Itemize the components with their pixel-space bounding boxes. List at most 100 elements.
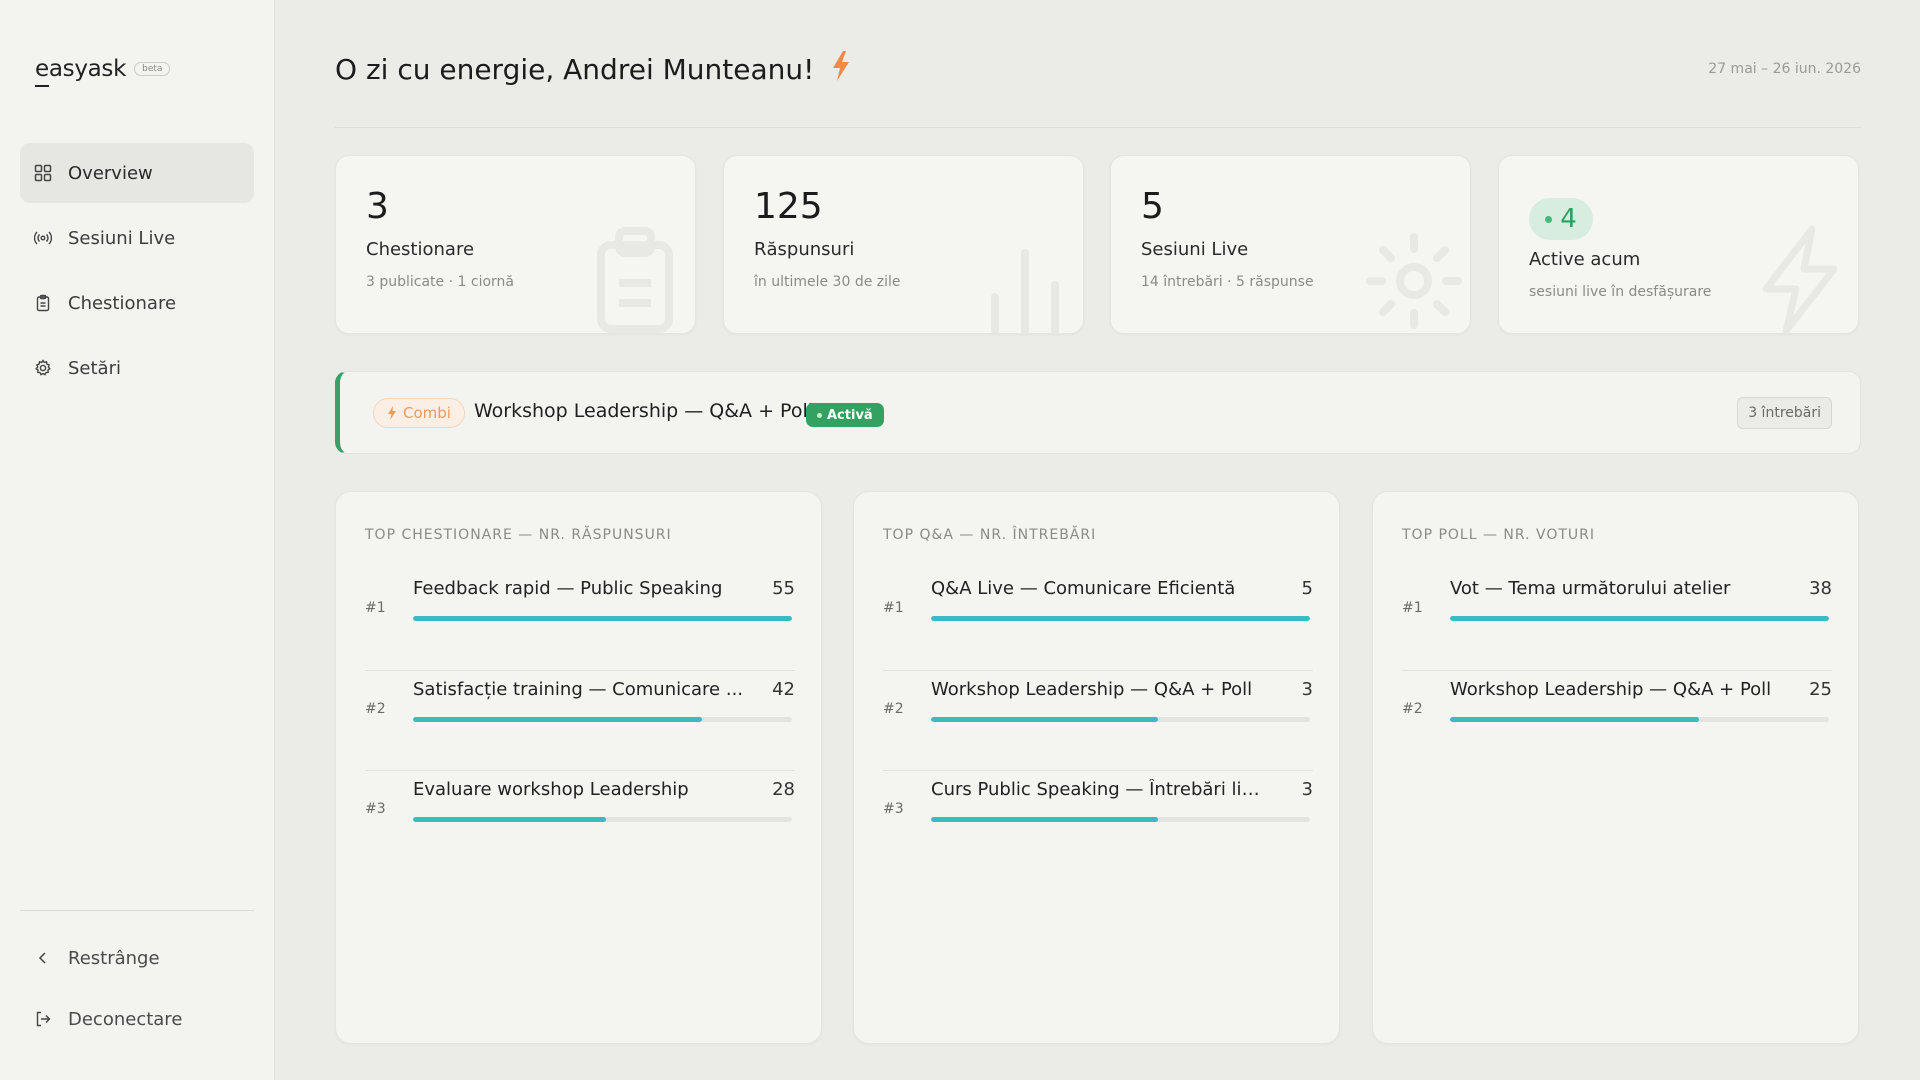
- rank-number: #1: [365, 600, 386, 616]
- list-item[interactable]: #2 Workshop Leadership — Q&A + Poll 25: [1402, 670, 1832, 770]
- stat-value: 125: [754, 186, 823, 227]
- stat-label: Sesiuni Live: [1141, 239, 1249, 260]
- list-item[interactable]: #1 Feedback rapid — Public Speaking 55: [365, 570, 795, 670]
- bar-chart-icon: [975, 223, 1075, 333]
- list-item[interactable]: #1 Vot — Tema următorului atelier 38: [1402, 570, 1832, 670]
- progress-fill: [1450, 616, 1829, 621]
- stat-label: Chestionare: [366, 239, 475, 260]
- progress-fill: [413, 616, 792, 621]
- list-item[interactable]: #2 Satisfacție training — Comunicare ... 4…: [365, 670, 795, 770]
- rank-number: #2: [883, 701, 904, 717]
- clipboard-icon: [587, 223, 687, 333]
- active-count-badge: 4: [1529, 198, 1593, 240]
- progress-bar: [931, 717, 1310, 722]
- collapse-label: Restrânge: [68, 947, 160, 969]
- logo[interactable]: easyask beta: [35, 56, 171, 87]
- item-label: Satisfacție training — Comunicare ...: [413, 679, 743, 700]
- item-label: Curs Public Speaking — Întrebări live: [931, 779, 1261, 800]
- progress-fill: [1450, 717, 1700, 722]
- panel-title: TOP Q&A — NR. ÎNTREBĂRI: [883, 527, 1097, 543]
- sidebar-nav: Overview Sesiuni Live Chestionare Setări: [20, 143, 254, 403]
- progress-bar: [1450, 616, 1829, 621]
- progress-fill: [931, 717, 1159, 722]
- collapse-button[interactable]: Restrânge: [20, 930, 254, 986]
- stat-sub: 3 publicate · 1 ciornă: [366, 274, 514, 290]
- panel-top-poll: TOP POLL — NR. VOTURI #1 Vot — Tema următ…: [1372, 491, 1859, 1044]
- stat-card-chestionare[interactable]: 3 Chestionare 3 publicate · 1 ciornă: [335, 155, 696, 334]
- rank-list: #1 Feedback rapid — Public Speaking 55 #2 Sa…: [365, 570, 795, 870]
- rank-list: #1 Vot — Tema următorului atelier 38 #2 Work…: [1402, 570, 1832, 770]
- progress-bar: [413, 717, 792, 722]
- lightning-icon: [388, 406, 396, 420]
- rank-number: #3: [365, 801, 386, 817]
- sidebar-item-sesiuni-live[interactable]: Sesiuni Live: [20, 208, 254, 268]
- logout-label: Deconectare: [68, 1008, 183, 1030]
- live-dot: [1545, 215, 1553, 223]
- item-value: 28: [772, 779, 795, 800]
- session-title: Workshop Leadership — Q&A + Poll: [474, 400, 814, 422]
- progress-fill: [931, 817, 1159, 822]
- sidebar-item-chestionare[interactable]: Chestionare: [20, 273, 254, 333]
- item-value: 38: [1809, 578, 1832, 599]
- sidebar-item-setari[interactable]: Setări: [20, 338, 254, 398]
- progress-bar: [413, 616, 792, 621]
- item-value: 25: [1809, 679, 1832, 700]
- item-value: 55: [772, 578, 795, 599]
- stat-card-raspunsuri[interactable]: 125 Răspunsuri în ultimele 30 de zile: [723, 155, 1084, 334]
- list-item[interactable]: #2 Workshop Leadership — Q&A + Poll 3: [883, 670, 1313, 770]
- progress-bar: [1450, 717, 1829, 722]
- active-session-banner[interactable]: Combi Workshop Leadership — Q&A + Poll A…: [335, 371, 1861, 454]
- stat-sub: sesiuni live în desfășurare: [1529, 284, 1712, 300]
- broadcast-icon: [34, 229, 52, 247]
- panel-title: TOP CHESTIONARE — NR. RĂSPUNSURI: [365, 527, 672, 543]
- header-divider: [335, 127, 1861, 128]
- sidebar-bottom: Restrânge Deconectare: [20, 930, 254, 1052]
- date-range[interactable]: 27 mai – 26 iun. 2026: [1708, 61, 1861, 77]
- greeting-text: O zi cu energie, Andrei Munteanu!: [335, 53, 815, 86]
- rank-list: #1 Q&A Live — Comunicare Eficientă 5 #2 Work…: [883, 570, 1313, 870]
- clipboard-icon: [34, 294, 52, 312]
- progress-bar: [931, 616, 1310, 621]
- beta-badge: beta: [134, 62, 171, 76]
- rank-number: #2: [1402, 701, 1423, 717]
- rank-number: #1: [1402, 600, 1423, 616]
- page-title: O zi cu energie, Andrei Munteanu!: [335, 50, 852, 89]
- lightning-icon: [1750, 223, 1850, 333]
- sidebar-item-label: Sesiuni Live: [68, 227, 176, 249]
- panel-title: TOP POLL — NR. VOTURI: [1402, 527, 1596, 543]
- stat-value: 5: [1141, 186, 1164, 227]
- progress-bar: [413, 817, 792, 822]
- sidebar-item-label: Setări: [68, 357, 121, 379]
- chevron-left-icon: [34, 949, 52, 967]
- status-dot: [817, 412, 822, 418]
- sidebar: easyask beta Overview Sesiuni Live Chest…: [0, 0, 275, 1080]
- questions-count-tag: 3 întrebări: [1737, 397, 1832, 429]
- stat-card-sesiuni-live[interactable]: 5 Sesiuni Live 14 întrebări · 5 răspunse: [1110, 155, 1471, 334]
- stat-card-active-acum[interactable]: 4 Active acum sesiuni live în desfășurar…: [1498, 155, 1859, 334]
- logo-text: easyask: [35, 56, 127, 87]
- list-item[interactable]: #3 Evaluare workshop Leadership 28: [365, 770, 795, 870]
- list-item[interactable]: #1 Q&A Live — Comunicare Eficientă 5: [883, 570, 1313, 670]
- sidebar-item-overview[interactable]: Overview: [20, 143, 254, 203]
- item-value: 42: [772, 679, 795, 700]
- sidebar-item-label: Overview: [68, 162, 153, 184]
- panel-top-qa: TOP Q&A — NR. ÎNTREBĂRI #1 Q&A Live — Com…: [853, 491, 1340, 1044]
- rank-number: #1: [883, 600, 904, 616]
- item-label: Workshop Leadership — Q&A + Poll: [1450, 679, 1772, 700]
- status-label: Activă: [827, 407, 873, 423]
- item-label: Feedback rapid — Public Speaking: [413, 578, 723, 599]
- stat-label: Active acum: [1529, 249, 1641, 270]
- progress-fill: [413, 717, 703, 722]
- progress-bar: [931, 817, 1310, 822]
- session-type-badge: Combi: [373, 398, 465, 428]
- logout-button[interactable]: Deconectare: [20, 991, 254, 1047]
- panel-top-chestionare: TOP CHESTIONARE — NR. RĂSPUNSURI #1 Feedb…: [335, 491, 822, 1044]
- status-badge: Activă: [806, 403, 884, 427]
- list-item[interactable]: #3 Curs Public Speaking — Întrebări live 3: [883, 770, 1313, 870]
- item-value: 5: [1301, 578, 1313, 599]
- rank-number: #3: [883, 801, 904, 817]
- item-value: 3: [1301, 779, 1313, 800]
- item-label: Evaluare workshop Leadership: [413, 779, 689, 800]
- stat-label: Răspunsuri: [754, 239, 855, 260]
- stat-sub: în ultimele 30 de zile: [754, 274, 901, 290]
